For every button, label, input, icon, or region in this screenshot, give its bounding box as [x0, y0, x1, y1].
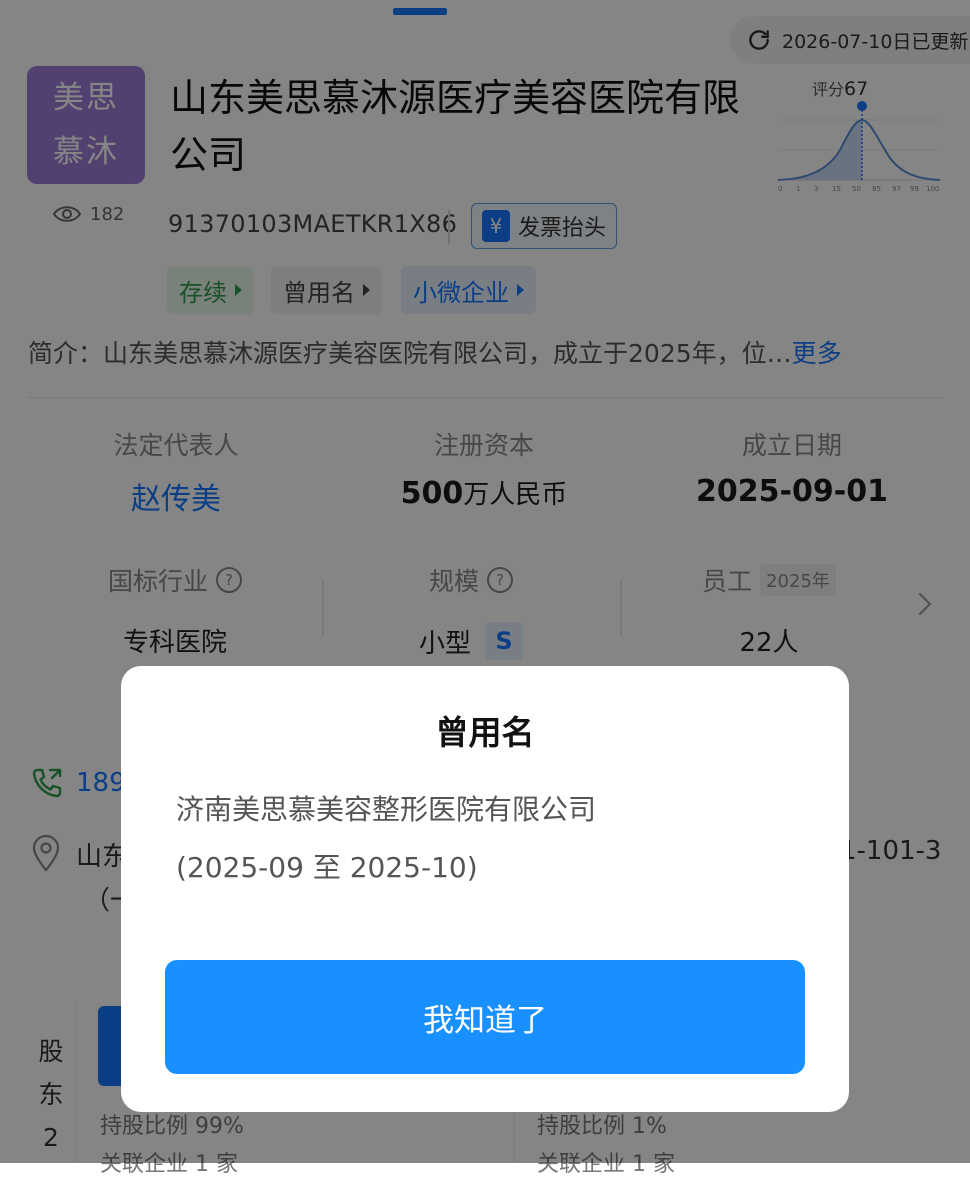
former-name-period: (2025-09 至 2025-10): [176, 851, 478, 884]
former-name-value: 济南美思慕美容整形医院有限公司: [176, 793, 597, 826]
acknowledge-button[interactable]: 我知道了: [165, 960, 805, 1074]
dialog-title: 曾用名: [435, 713, 535, 752]
company-detail-page: 2026-07-10日已更新 美思 慕沐 182 山东美思慕沐源医疗美容医院有限…: [0, 0, 970, 1177]
